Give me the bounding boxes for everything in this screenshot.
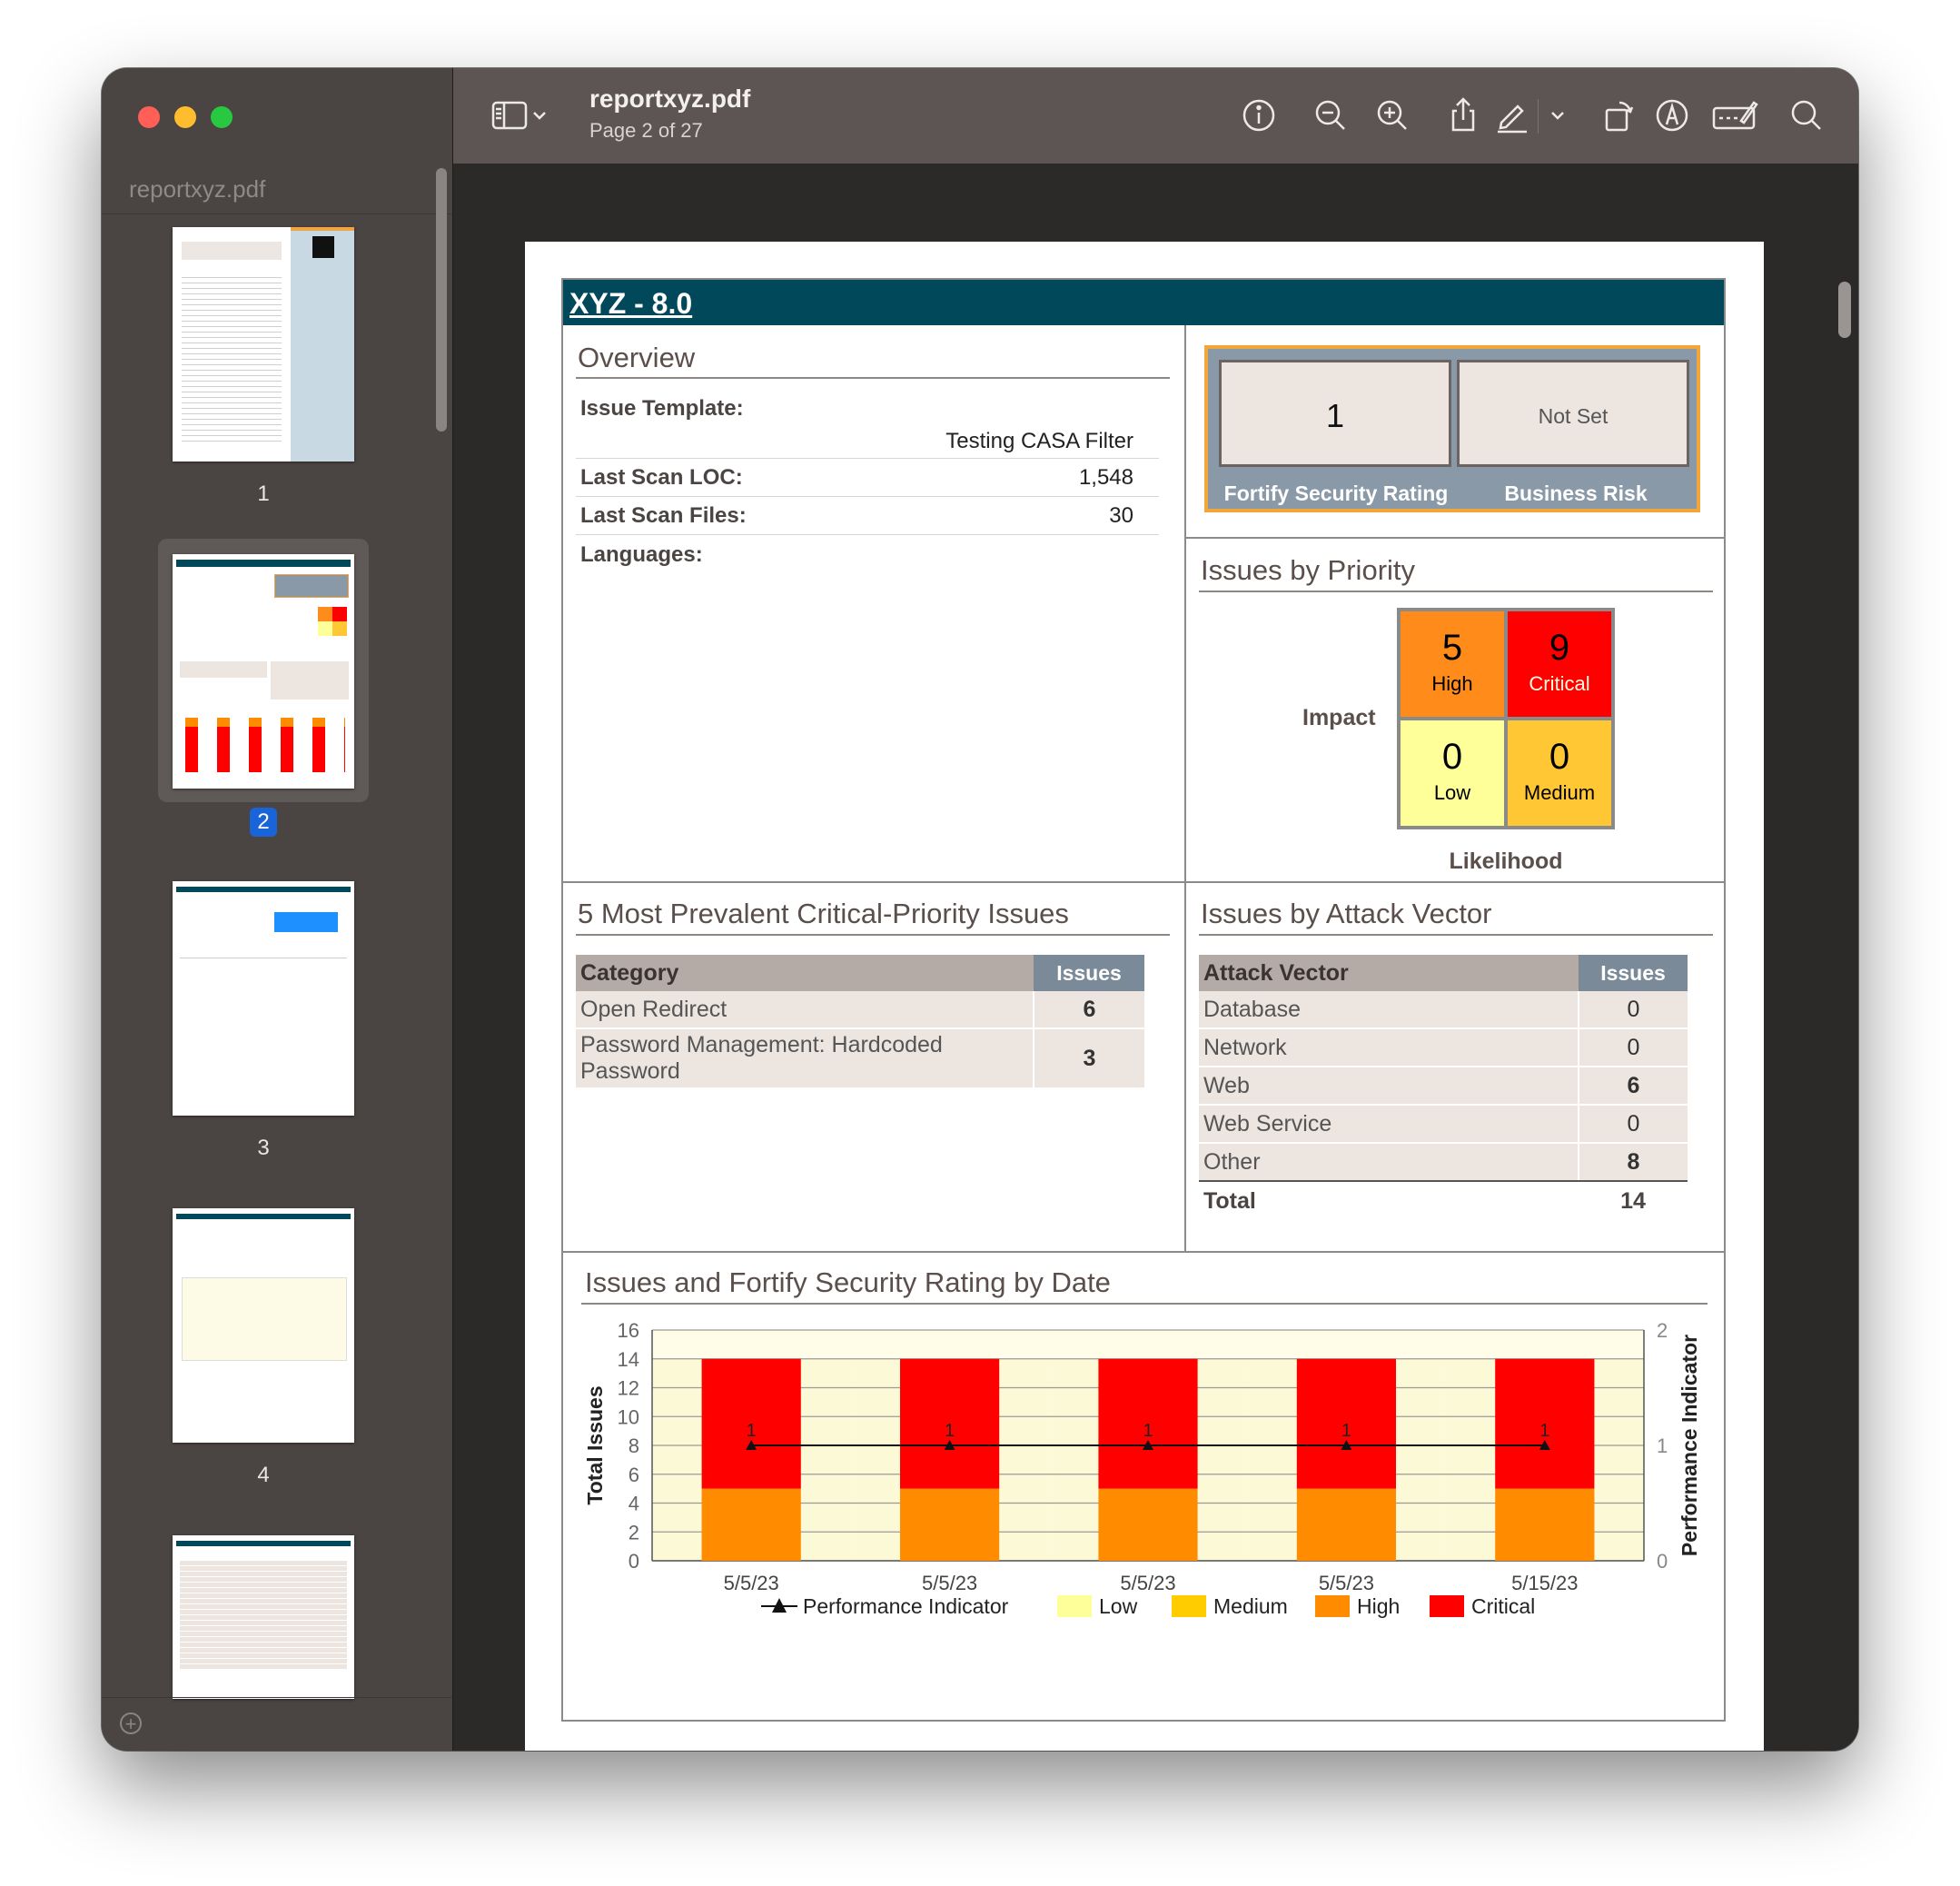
y-tick-label: 2 bbox=[629, 1521, 639, 1544]
zoom-out-icon[interactable] bbox=[1311, 95, 1351, 135]
page-number-2-selected: 2 bbox=[250, 808, 277, 837]
y-tick-label: 10 bbox=[618, 1405, 639, 1428]
toolbar-divider bbox=[1538, 99, 1539, 134]
legend-swatch-medium bbox=[1172, 1595, 1206, 1617]
bar-high bbox=[1098, 1488, 1198, 1561]
thumb-decor bbox=[176, 1214, 351, 1219]
y2-tick-label: 2 bbox=[1657, 1319, 1668, 1342]
thumb-decor bbox=[318, 621, 332, 636]
thumb-decor bbox=[185, 718, 345, 727]
thumb-decor bbox=[176, 887, 351, 892]
sidebar-footer: + bbox=[102, 1697, 452, 1751]
sidebar-divider bbox=[102, 213, 452, 214]
add-page-icon[interactable]: + bbox=[120, 1712, 142, 1734]
y2-tick-label: 1 bbox=[1657, 1434, 1668, 1457]
sidebar-document-title: reportxyz.pdf bbox=[129, 175, 266, 203]
thumb-decor bbox=[291, 227, 354, 462]
thumb-decor bbox=[176, 1541, 351, 1546]
y-axis-title: Total Issues bbox=[583, 1385, 607, 1504]
thumb-decor bbox=[185, 727, 345, 772]
x-tick-label: 5/15/23 bbox=[1511, 1572, 1578, 1594]
y-tick-label: 12 bbox=[618, 1377, 639, 1400]
legend-swatch-high bbox=[1315, 1595, 1350, 1617]
y-tick-label: 4 bbox=[629, 1493, 639, 1515]
thumb-decor bbox=[180, 661, 267, 678]
rotate-icon[interactable] bbox=[1599, 95, 1639, 135]
y-tick-label: 8 bbox=[629, 1434, 639, 1457]
issues-rating-chart: 02468101214160125/5/23 5/5/23 5/5/23 5/5/23… bbox=[583, 1319, 1701, 1618]
legend-label: High bbox=[1357, 1594, 1400, 1618]
close-window-button[interactable] bbox=[138, 106, 160, 128]
y-tick-label: 14 bbox=[618, 1348, 639, 1371]
document-scrollbar[interactable] bbox=[1838, 282, 1851, 338]
legend-label: Medium bbox=[1213, 1594, 1288, 1618]
y2-axis-title: Performance Indicator bbox=[1678, 1335, 1701, 1556]
thumb-decor bbox=[182, 273, 282, 445]
page-thumbnail-3[interactable] bbox=[173, 881, 354, 1116]
y2-tick-label: 0 bbox=[1657, 1550, 1668, 1573]
thumb-decor bbox=[182, 242, 282, 260]
x-tick-label: 5/5/23 bbox=[1120, 1572, 1175, 1594]
sidebar-toggle-icon[interactable] bbox=[490, 95, 530, 135]
performance-data-label: 1 bbox=[747, 1421, 757, 1441]
page-thumbnail-5[interactable] bbox=[173, 1535, 354, 1699]
page-indicator: Page 2 of 27 bbox=[589, 119, 703, 142]
thumb-decor bbox=[274, 574, 349, 598]
thumb-decor bbox=[271, 661, 349, 700]
y-tick-label: 6 bbox=[629, 1464, 639, 1486]
thumb-decor bbox=[291, 227, 354, 231]
legend-label: Performance Indicator bbox=[803, 1594, 1009, 1618]
page-thumbnail-4[interactable] bbox=[173, 1208, 354, 1443]
bar-high bbox=[1296, 1488, 1396, 1561]
legend-swatch-critical bbox=[1430, 1595, 1464, 1617]
toolbar: reportxyz.pdf Page 2 of 27 bbox=[453, 68, 1858, 164]
performance-data-label: 1 bbox=[1143, 1421, 1153, 1441]
x-tick-label: 5/5/23 bbox=[922, 1572, 977, 1594]
thumb-decor bbox=[332, 607, 347, 621]
legend-label: Low bbox=[1099, 1594, 1138, 1618]
y-tick-label: 0 bbox=[629, 1550, 639, 1573]
zoom-window-button[interactable] bbox=[211, 106, 233, 128]
zoom-in-icon[interactable] bbox=[1372, 95, 1412, 135]
share-icon[interactable] bbox=[1443, 95, 1483, 135]
pdf-page: XYZ - 8.0 Overview Issue Template: Testi… bbox=[525, 242, 1764, 1751]
performance-data-label: 1 bbox=[1539, 1421, 1549, 1441]
bar-high bbox=[1495, 1488, 1595, 1561]
y-tick-label: 16 bbox=[618, 1319, 639, 1342]
page-number-4: 4 bbox=[257, 1463, 270, 1487]
bar-high bbox=[900, 1488, 1000, 1561]
page-thumbnail-1[interactable] bbox=[173, 227, 354, 462]
legend-label: Critical bbox=[1471, 1594, 1535, 1618]
highlight-pen-icon[interactable] bbox=[1492, 95, 1532, 135]
preview-window: reportxyz.pdf 1 2 3 4 + reportxyz.pdf Pa… bbox=[102, 68, 1858, 1751]
thumb-decor bbox=[182, 1277, 347, 1361]
search-icon[interactable] bbox=[1787, 95, 1826, 135]
legend-swatch-low bbox=[1057, 1595, 1092, 1617]
page-number-3: 3 bbox=[257, 1136, 270, 1160]
performance-data-label: 1 bbox=[945, 1421, 955, 1441]
page-number-1: 1 bbox=[257, 481, 270, 506]
x-tick-label: 5/5/23 bbox=[724, 1572, 779, 1594]
report-container: XYZ - 8.0 Overview Issue Template: Testi… bbox=[561, 278, 1726, 1722]
thumb-decor bbox=[318, 607, 332, 621]
performance-data-label: 1 bbox=[1341, 1421, 1351, 1441]
document-title: reportxyz.pdf bbox=[589, 84, 751, 113]
chevron-down-icon[interactable] bbox=[1546, 95, 1569, 135]
thumb-decor bbox=[312, 236, 334, 258]
page-thumbnail-2[interactable] bbox=[173, 554, 354, 789]
thumb-decor bbox=[180, 1561, 347, 1670]
thumbnail-sidebar: reportxyz.pdf 1 2 3 4 + bbox=[102, 68, 453, 1751]
bar-high bbox=[701, 1488, 801, 1561]
thumb-decor bbox=[176, 560, 351, 567]
info-icon[interactable] bbox=[1239, 95, 1279, 135]
x-tick-label: 5/5/23 bbox=[1319, 1572, 1374, 1594]
chevron-down-icon[interactable] bbox=[528, 95, 551, 135]
minimize-window-button[interactable] bbox=[174, 106, 196, 128]
markup-icon[interactable] bbox=[1652, 95, 1692, 135]
thumb-decor bbox=[332, 621, 347, 636]
thumb-decor bbox=[274, 912, 338, 932]
form-fill-icon[interactable] bbox=[1710, 95, 1759, 135]
sidebar-scrollbar[interactable] bbox=[436, 168, 447, 432]
document-view[interactable]: XYZ - 8.0 Overview Issue Template: Testi… bbox=[453, 164, 1858, 1751]
